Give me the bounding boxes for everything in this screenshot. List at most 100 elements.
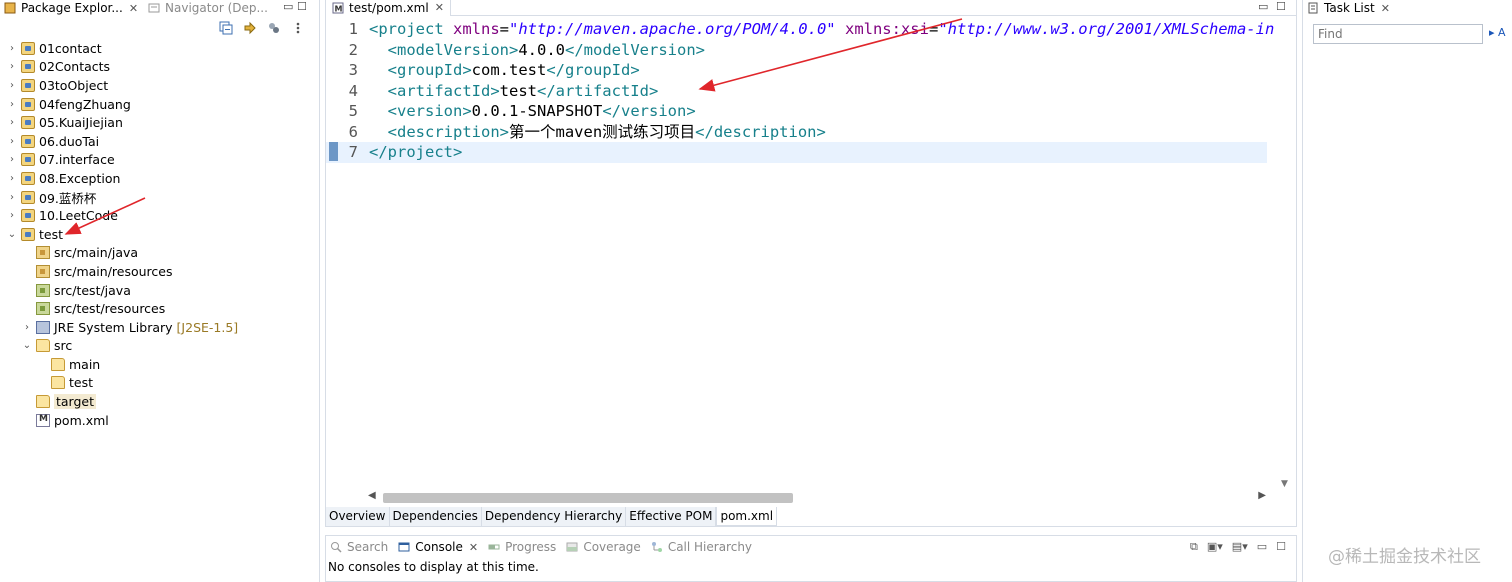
collapsed-chevron-icon[interactable]: ›	[6, 210, 18, 221]
tab-pom-xml[interactable]: M test/pom.xml ✕	[326, 0, 451, 16]
code-token: <artifactId>	[387, 81, 500, 100]
maximize-icon[interactable]: ☐	[1276, 0, 1286, 13]
close-icon[interactable]: ✕	[129, 2, 138, 15]
tree-item[interactable]: pom.xml	[0, 411, 318, 430]
tree-item[interactable]: main	[0, 355, 318, 374]
collapsed-chevron-icon[interactable]: ›	[6, 61, 18, 72]
console-tab[interactable]: Call Hierarchy	[647, 536, 758, 558]
tree-item[interactable]: › JRE System Library [J2SE-1.5]	[0, 318, 318, 337]
maximize-icon[interactable]: ☐	[297, 0, 307, 13]
pin-console-icon[interactable]: ⧉	[1190, 540, 1198, 554]
page-tab[interactable]: Dependency Hierarchy	[481, 507, 627, 526]
filters-icon[interactable]	[267, 21, 281, 35]
code-text: <modelVersion>4.0.0</modelVersion>	[369, 40, 705, 61]
collapse-all-icon[interactable]	[219, 21, 233, 35]
tree-item[interactable]: › 06.duoTai	[0, 132, 318, 151]
minimize-icon[interactable]: ▭	[283, 0, 293, 13]
navigator-icon	[148, 2, 160, 14]
collapsed-chevron-icon[interactable]: ›	[6, 154, 18, 165]
editor-tab-label: test/pom.xml	[349, 0, 429, 15]
console-tab[interactable]: Coverage	[562, 536, 647, 558]
maximize-icon[interactable]: ☐	[1276, 540, 1286, 554]
page-tab[interactable]: Effective POM	[626, 507, 717, 526]
line-number: 2	[348, 40, 358, 59]
tree-item[interactable]: src/main/java	[0, 244, 318, 263]
scroll-left-icon[interactable]: ◀	[368, 490, 376, 501]
tree-item[interactable]: › 07.interface	[0, 151, 318, 170]
tree-item[interactable]: target	[0, 392, 318, 411]
minimize-icon[interactable]: ▭	[1257, 540, 1267, 554]
console-pane: Search Console ✕ Progress Coverage Call Hiera…	[325, 535, 1297, 582]
collapsed-chevron-icon[interactable]: ›	[6, 192, 18, 203]
code-token: </version>	[602, 102, 696, 120]
vertical-scrollbar[interactable]: ▼	[1280, 17, 1292, 492]
tree-item[interactable]: › 10.LeetCode	[0, 206, 318, 225]
minimize-icon[interactable]: ▭	[1258, 0, 1268, 13]
collapsed-chevron-icon[interactable]: ›	[6, 117, 18, 128]
horizontal-scrollbar[interactable]: ◀ ▶	[368, 490, 1266, 505]
page-tab[interactable]: Dependencies	[389, 507, 482, 526]
expanded-chevron-icon[interactable]: ⌄	[6, 229, 18, 240]
collapsed-chevron-icon[interactable]: ›	[6, 80, 18, 91]
tab-task-list[interactable]: Task List ✕	[1303, 0, 1396, 16]
page-tab[interactable]: pom.xml	[716, 507, 778, 526]
call-hierarchy-icon	[651, 541, 663, 553]
console-toolbar: ⧉ ▣▾ ▤▾ ▭ ☐	[1190, 540, 1286, 554]
code-line[interactable]: 5 <version>0.0.1-SNAPSHOT</version>	[326, 101, 1267, 122]
collapsed-chevron-icon[interactable]: ›	[6, 136, 18, 147]
tree-item[interactable]: › 08.Exception	[0, 169, 318, 188]
scroll-down-icon[interactable]: ▼	[1281, 479, 1288, 489]
open-console-icon[interactable]: ▤▾	[1232, 540, 1248, 554]
console-tab[interactable]: Search	[326, 536, 394, 558]
search-icon	[330, 541, 342, 553]
code-token: <groupId>	[387, 61, 472, 79]
collapsed-chevron-icon[interactable]: ›	[6, 43, 18, 54]
collapsed-chevron-icon[interactable]: ›	[21, 322, 33, 333]
tree-item[interactable]: › 03toObject	[0, 76, 318, 95]
library-icon	[36, 320, 50, 334]
view-menu-icon[interactable]	[291, 21, 305, 35]
tree-item[interactable]: ⌄ test	[0, 225, 318, 244]
tree-item[interactable]: › 02Contacts	[0, 58, 318, 77]
folder-icon	[51, 357, 65, 371]
find-input[interactable]	[1313, 24, 1483, 44]
code-line[interactable]: 1 <project xmlns="http://maven.apache.org…	[326, 19, 1275, 40]
tree-item[interactable]: ⌄ src	[0, 337, 318, 356]
tree-item[interactable]: src/test/resources	[0, 299, 318, 318]
tree-item[interactable]: › 01contact	[0, 39, 318, 58]
expanded-chevron-icon[interactable]: ⌄	[21, 340, 33, 351]
editor-tabbar: M test/pom.xml ✕	[326, 0, 1296, 16]
tree-item[interactable]: src/main/resources	[0, 262, 318, 281]
task-list-icon	[1307, 2, 1319, 14]
console-tab[interactable]: Progress	[484, 536, 562, 558]
code-line[interactable]: 4 <artifactId>test</artifactId>	[326, 81, 1267, 102]
tab-package-explorer[interactable]: Package Explor... ✕	[0, 0, 144, 16]
code-line[interactable]: 7 </project>	[326, 142, 1267, 163]
test-source-folder-icon	[36, 283, 50, 297]
scrollbar-thumb[interactable]	[383, 493, 793, 503]
page-tab[interactable]: Overview	[326, 507, 390, 526]
tree-item[interactable]: › 09.蓝桥杯	[0, 188, 318, 207]
code-line[interactable]: 6 <description>第一个maven测试练习项目</descripti…	[326, 122, 1267, 143]
tree-item[interactable]: › 05.KuaiJiejian	[0, 113, 318, 132]
collapsed-chevron-icon[interactable]: ›	[6, 173, 18, 184]
code-line[interactable]: 3 <groupId>com.test</groupId>	[326, 60, 1267, 81]
code-line[interactable]: 2 <modelVersion>4.0.0</modelVersion>	[326, 40, 1267, 61]
link-with-editor-icon[interactable]	[243, 21, 257, 35]
close-icon[interactable]: ✕	[469, 541, 478, 554]
console-tab[interactable]: Console ✕	[394, 536, 484, 558]
close-icon[interactable]: ✕	[435, 1, 444, 14]
close-icon[interactable]: ✕	[1381, 2, 1390, 15]
tab-navigator[interactable]: Navigator (Dep...	[144, 0, 274, 16]
collapsed-chevron-icon[interactable]: ›	[6, 99, 18, 110]
scroll-right-icon[interactable]: ▶	[1258, 490, 1266, 501]
tree-item[interactable]: › 04fengZhuang	[0, 95, 318, 114]
tree-item[interactable]: src/test/java	[0, 281, 318, 300]
tree-item[interactable]: test	[0, 374, 318, 393]
code-editor[interactable]: 1 <project xmlns="http://maven.apache.org…	[326, 17, 1282, 489]
console-tab-label: Progress	[505, 540, 557, 554]
find-options[interactable]: ▸ A	[1489, 26, 1506, 39]
display-console-icon[interactable]: ▣▾	[1207, 540, 1223, 554]
line-number: 4	[348, 81, 358, 100]
code-text: </project>	[369, 142, 462, 163]
